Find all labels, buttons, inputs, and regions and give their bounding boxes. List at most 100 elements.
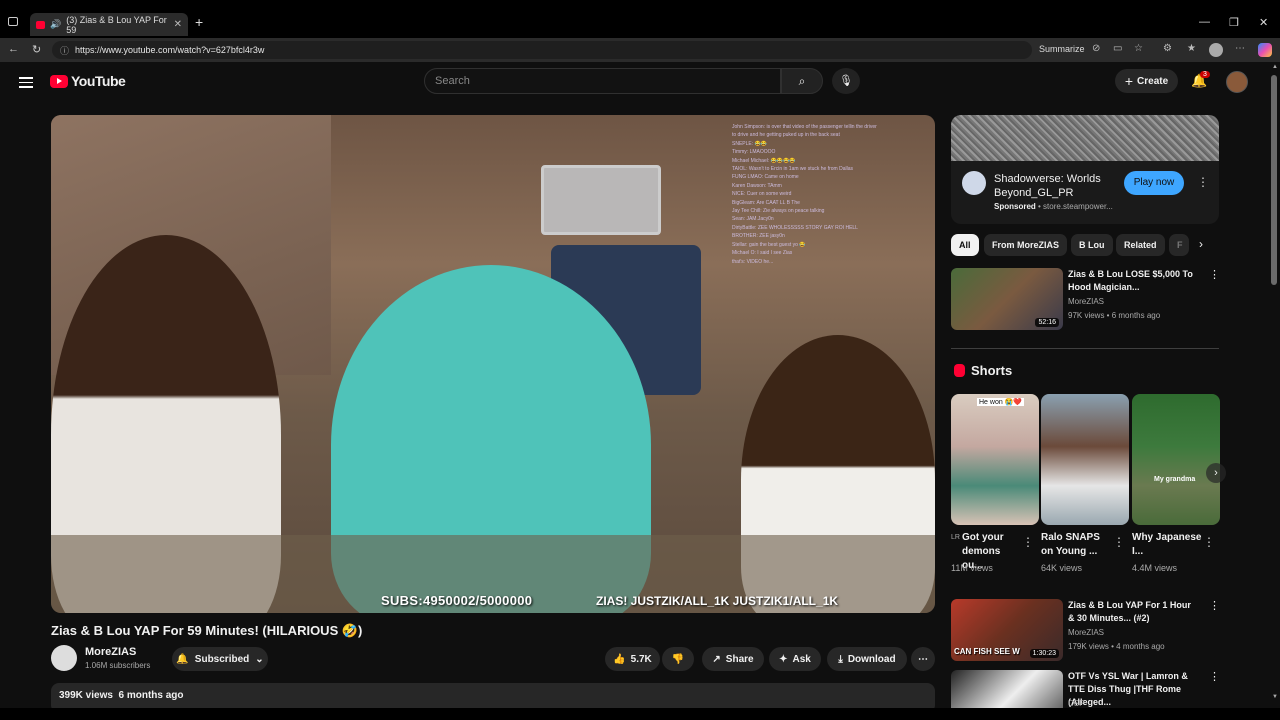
rec-channel[interactable]: MoreZIAS <box>1068 297 1104 306</box>
search-button[interactable]: ⌕ <box>781 68 823 94</box>
short-thumbnail[interactable]: He won 😭❤️ <box>951 394 1039 525</box>
video-player[interactable]: John Simpson: is over that video of the … <box>51 115 935 613</box>
window-close-button[interactable]: ✕ <box>1259 16 1268 29</box>
short-menu-icon[interactable]: ⋮ <box>1113 535 1125 549</box>
chat-line: BigGleam: Are CAAT LL B The <box>732 199 800 206</box>
chip-b-lou[interactable]: B Lou <box>1071 234 1113 256</box>
chip-truncated[interactable]: F <box>1169 234 1189 256</box>
share-button[interactable]: ↗ Share <box>702 647 764 671</box>
favorite-star-icon[interactable]: ☆ <box>1134 43 1143 54</box>
rec-menu-icon[interactable]: ⋮ <box>1209 599 1220 612</box>
browser-tab[interactable]: 🔊 (3) Zias & B Lou YAP For 59 ✕ <box>30 13 188 36</box>
rec-channel[interactable]: CSP <box>1068 699 1084 708</box>
account-avatar[interactable] <box>1226 71 1248 93</box>
scroll-up-icon[interactable]: ▲ <box>1272 64 1278 70</box>
chat-line: Michael O: I said I see Zias <box>732 250 793 257</box>
recommended-video[interactable]: 52:16 Zias & B Lou LOSE $5,000 To Hood M… <box>951 268 1220 330</box>
subscribed-label: Subscribed <box>194 653 250 665</box>
video-thumbnail[interactable]: CAN FISH SEE W 1:30:23 <box>951 599 1063 661</box>
youtube-logo[interactable]: YouTube <box>50 73 126 89</box>
rec-menu-icon[interactable]: ⋮ <box>1209 670 1219 683</box>
summarize-button[interactable]: Summarize <box>1039 44 1085 54</box>
upload-age: 6 months ago <box>118 690 184 701</box>
recommended-video[interactable]: OTF Vs YSL War | Lamron & TTE Diss Thug … <box>951 670 1219 708</box>
create-button[interactable]: + Create <box>1115 69 1178 93</box>
chips-next-icon[interactable]: › <box>1199 237 1203 251</box>
plus-icon: + <box>1124 73 1134 89</box>
chip-from-morezias[interactable]: From MoreZIAS <box>984 234 1068 256</box>
voice-search-button[interactable]: 🎙 <box>832 68 860 94</box>
play-now-button[interactable]: Play now <box>1124 171 1184 195</box>
address-bar-row: ← ↻ ⓘ https://www.youtube.com/watch?v=62… <box>0 38 1280 62</box>
short-thumbnail[interactable]: My grandma <box>1132 394 1220 525</box>
rec-menu-icon[interactable]: ⋮ <box>1209 268 1220 281</box>
ad-domain: store.steampower... <box>1043 202 1113 211</box>
scrollbar-thumb[interactable] <box>1271 75 1277 285</box>
download-label: Download <box>847 653 896 665</box>
video-duration: 52:16 <box>1035 318 1059 327</box>
chat-line: BROTHER: ZEE jasy0n <box>732 233 785 240</box>
short-views: 4.4M views <box>1132 563 1178 573</box>
ad-title[interactable]: Shadowverse: Worlds Beyond_GL_PR <box>994 172 1114 200</box>
shorts-next-icon[interactable]: › <box>1206 463 1226 483</box>
profile-icon[interactable] <box>1209 43 1223 57</box>
short-title[interactable]: Why Japanese I... <box>1132 531 1204 559</box>
short-overlay-text: He won 😭❤️ <box>977 398 1025 406</box>
microphone-icon: 🎙 <box>839 75 853 87</box>
more-menu-icon[interactable]: ⋯ <box>1235 43 1245 54</box>
chat-line: TAIOL: Wasn't to Ercin in 1am we stuck h… <box>732 166 853 173</box>
share-icon: ↗ <box>712 653 721 665</box>
ad-menu-icon[interactable]: ⋮ <box>1197 175 1209 189</box>
ask-button[interactable]: ✦ Ask <box>769 647 821 671</box>
back-icon[interactable]: ← <box>8 43 19 55</box>
sponsored-ad-card[interactable]: Shadowverse: Worlds Beyond_GL_PR Sponsor… <box>951 115 1219 224</box>
create-label: Create <box>1137 75 1169 87</box>
chat-line: that's: VIDEO he... <box>732 258 774 265</box>
short-menu-icon[interactable]: ⋮ <box>1022 535 1034 549</box>
channel-avatar[interactable] <box>51 645 77 671</box>
short-title[interactable]: Ralo SNAPS on Young ... <box>1041 531 1113 559</box>
split-screen-icon[interactable]: ▭ <box>1113 43 1122 54</box>
speaker-icon[interactable]: 🔊 <box>50 19 61 30</box>
chat-line: NICE: Cuer on some weird <box>732 191 792 198</box>
rec-title[interactable]: OTF Vs YSL War | Lamron & TTE Diss Thug … <box>1068 670 1198 708</box>
search-icon: ⌕ <box>798 74 806 88</box>
rec-channel[interactable]: MoreZIAS <box>1068 628 1104 637</box>
tab-close-icon[interactable]: ✕ <box>174 19 182 30</box>
chip-related[interactable]: Related <box>1116 234 1165 256</box>
refresh-icon[interactable]: ↻ <box>32 43 41 56</box>
hamburger-menu-icon[interactable] <box>19 74 33 91</box>
minimize-button[interactable]: — <box>1199 16 1210 28</box>
rec-title[interactable]: Zias & B Lou YAP For 1 Hour & 30 Minutes… <box>1068 599 1198 625</box>
channel-subscriber-count: 1.06M subscribers <box>85 661 151 670</box>
restore-button[interactable]: ❐ <box>1229 16 1239 29</box>
download-button[interactable]: ⤓ Download <box>827 647 907 671</box>
copilot-icon[interactable] <box>1258 43 1272 57</box>
more-actions-button[interactable]: ⋯ <box>911 647 935 671</box>
short-thumbnail[interactable] <box>1041 394 1129 525</box>
rec-title[interactable]: Zias & B Lou LOSE $5,000 To Hood Magicia… <box>1068 268 1198 294</box>
subscribed-button[interactable]: 🔔 Subscribed ⌄ <box>172 647 268 671</box>
search-input[interactable]: Search <box>424 68 781 94</box>
url-field[interactable]: ⓘ https://www.youtube.com/watch?v=627bfc… <box>52 41 1032 59</box>
video-thumbnail[interactable]: 52:16 <box>951 268 1063 330</box>
chevron-down-icon: ⌄ <box>255 653 264 665</box>
short-menu-icon[interactable]: ⋮ <box>1203 535 1215 549</box>
favorites-icon[interactable]: ★ <box>1187 43 1196 54</box>
recommended-video[interactable]: CAN FISH SEE W 1:30:23 Zias & B Lou YAP … <box>951 599 1220 661</box>
video-thumbnail[interactable] <box>951 670 1063 708</box>
like-button[interactable]: 👍 5.7K <box>605 647 660 671</box>
scroll-down-icon[interactable]: ▼ <box>1272 694 1278 700</box>
channel-name[interactable]: MoreZIAS <box>85 646 136 658</box>
read-aloud-icon[interactable]: ⊘ <box>1092 43 1100 54</box>
ad-app-icon <box>962 171 986 195</box>
notification-count-badge: 3 <box>1200 71 1210 78</box>
extensions-icon[interactable]: ⚙ <box>1163 43 1172 54</box>
tab-actions-icon[interactable] <box>8 17 18 26</box>
new-tab-button[interactable]: + <box>195 14 203 30</box>
shorts-heading-label: Shorts <box>971 363 1013 378</box>
chip-all[interactable]: All <box>951 234 979 256</box>
dislike-button[interactable]: 👎 <box>662 647 694 671</box>
site-info-icon[interactable]: ⓘ <box>60 44 69 57</box>
tab-title: (3) Zias & B Lou YAP For 59 <box>66 14 167 35</box>
